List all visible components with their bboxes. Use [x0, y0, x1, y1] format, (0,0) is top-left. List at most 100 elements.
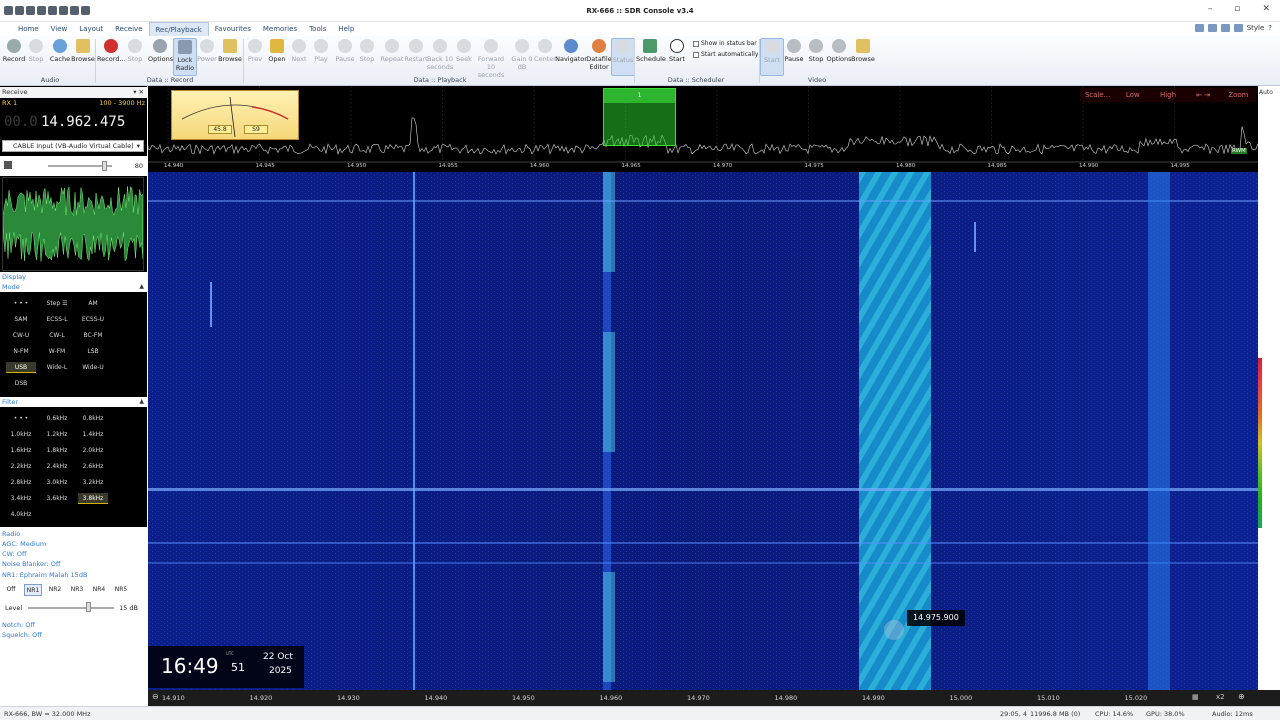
video-start-button[interactable]: Start	[760, 38, 784, 76]
mode-button[interactable]: Wide-L	[42, 362, 72, 373]
filter-section[interactable]: Filter ▲	[0, 397, 147, 407]
high-button[interactable]: High	[1150, 88, 1185, 102]
palette-icon[interactable]	[1233, 24, 1243, 32]
filter-button[interactable]: 1.0kHz	[6, 429, 36, 440]
filter-button[interactable]: 0.8kHz	[78, 413, 108, 424]
mode-button[interactable]: CW-L	[42, 330, 72, 341]
next-button[interactable]: Next	[287, 38, 311, 63]
mode-button[interactable]: • • •	[6, 298, 36, 309]
add-icon[interactable]: ⊕	[1238, 692, 1245, 701]
lock-radio-button[interactable]: Lock Radio	[173, 38, 197, 76]
filter-button[interactable]: 2.8kHz	[6, 477, 36, 488]
low-button[interactable]: Low	[1115, 88, 1150, 102]
scheduler-start-button[interactable]: Start	[665, 38, 689, 63]
mode-button[interactable]: Step ☰	[42, 298, 72, 309]
filter-button[interactable]: 3.8kHz	[78, 493, 108, 504]
help-icon[interactable]: ?	[1268, 24, 1272, 32]
close-button[interactable]: ✕	[1262, 4, 1270, 14]
center-button[interactable]: Center	[533, 38, 557, 63]
data-options-button[interactable]: Options	[148, 38, 173, 63]
filter-button[interactable]: 3.6kHz	[42, 493, 72, 504]
data-record-button[interactable]: Record...	[97, 38, 126, 63]
repeat-button[interactable]: Repeat	[380, 38, 404, 63]
volume-thumb[interactable]	[102, 161, 107, 171]
nr-button[interactable]: Off	[2, 584, 20, 596]
audio-source-select[interactable]: CABLE Input (VB-Audio Virtual Cable) ▾	[2, 140, 144, 152]
mode-button[interactable]: SAM	[6, 314, 36, 325]
cache-button[interactable]: Cache	[48, 38, 72, 63]
mode-button[interactable]: Wide-U	[78, 362, 108, 373]
layout3-icon[interactable]	[1220, 24, 1230, 32]
frequency-display[interactable]: 00.0 14.962.475	[0, 110, 147, 136]
filter-button[interactable]: 0.6kHz	[42, 413, 72, 424]
layout2-icon[interactable]	[1207, 24, 1217, 32]
filter-button[interactable]: 1.8kHz	[42, 445, 72, 456]
mode-button[interactable]: LSB	[78, 346, 108, 357]
display-section[interactable]: Display	[0, 272, 147, 282]
nr-button[interactable]: NR3	[68, 584, 86, 596]
scroll-left-icon[interactable]: ⊖	[152, 692, 159, 701]
filter-button[interactable]: 1.2kHz	[42, 429, 72, 440]
layout-icon[interactable]	[1194, 24, 1204, 32]
squelch-option[interactable]: Squelch: Off	[2, 630, 42, 640]
audio-record-button[interactable]: Record	[2, 38, 26, 63]
filter-button[interactable]: • • •	[6, 413, 36, 424]
frequency-value[interactable]: 14.962.475	[41, 114, 125, 130]
mode-button[interactable]: W-FM	[42, 346, 72, 357]
zoom-level[interactable]: x2	[1216, 693, 1225, 701]
span-button[interactable]: ⇤ ⇥	[1186, 88, 1221, 102]
filter-button[interactable]: 3.4kHz	[6, 493, 36, 504]
waterfall-icon[interactable]: ▦	[1192, 693, 1199, 701]
forward10-button[interactable]: Forward 10 seconds	[474, 38, 508, 79]
filter-button[interactable]: 2.6kHz	[78, 461, 108, 472]
video-pause-button[interactable]: Pause	[782, 38, 806, 63]
show-status-checkbox[interactable]: Show in status bar	[693, 40, 757, 47]
filter-button[interactable]: 3.0kHz	[42, 477, 72, 488]
nr-button[interactable]: NR2	[46, 584, 64, 596]
nr-button[interactable]: NR4	[90, 584, 108, 596]
data-stop-button[interactable]: Stop	[123, 38, 147, 63]
video-stop-button[interactable]: Stop	[804, 38, 828, 63]
status-button[interactable]: Status	[611, 38, 635, 76]
scale-button[interactable]: Scale...	[1080, 88, 1115, 102]
menu-memories[interactable]: Memories	[257, 22, 303, 36]
level-thumb[interactable]	[86, 602, 91, 612]
noise-blanker-option[interactable]: Noise Blanker: Off	[2, 559, 60, 569]
schedule-button[interactable]: Schedule	[636, 38, 666, 63]
seek-button[interactable]: Seek	[452, 38, 476, 63]
nr-button[interactable]: NR5	[112, 584, 130, 596]
menu-receive[interactable]: Receive	[109, 22, 148, 36]
mode-button[interactable]: CW-U	[6, 330, 36, 341]
menu-rec-playback[interactable]: Rec/Playback	[148, 22, 209, 36]
zoom-button[interactable]: Zoom	[1221, 88, 1256, 102]
filter-button[interactable]: 1.6kHz	[6, 445, 36, 456]
mode-button[interactable]: N-FM	[6, 346, 36, 357]
mode-section[interactable]: Mode ▲	[0, 282, 147, 292]
frequency-marker[interactable]: 1	[603, 88, 676, 146]
data-browse-button[interactable]: Browse	[217, 38, 243, 63]
pin-icon[interactable]: ▾ ✕	[133, 87, 144, 98]
menu-home[interactable]: Home	[12, 22, 45, 36]
mode-button[interactable]: ECSS-U	[78, 314, 108, 325]
pause-button[interactable]: Pause	[333, 38, 357, 63]
prev-button[interactable]: Prev	[243, 38, 267, 63]
play-button[interactable]: Play	[309, 38, 333, 63]
start-auto-checkbox[interactable]: Start automatically	[693, 51, 758, 58]
filter-button[interactable]: 2.0kHz	[78, 445, 108, 456]
menu-view[interactable]: View	[45, 22, 74, 36]
nr-button[interactable]: NR1	[24, 584, 42, 596]
video-options-button[interactable]: Options	[826, 38, 852, 63]
mode-button[interactable]: DSB	[6, 378, 36, 389]
filter-button[interactable]: 2.4kHz	[42, 461, 72, 472]
power-button[interactable]: Power	[195, 38, 219, 63]
minimize-button[interactable]: –	[1208, 4, 1213, 14]
frequency-axis[interactable]: ⊖ x2 ▦ ⊕	[148, 690, 1280, 706]
cw-option[interactable]: CW: Off	[2, 549, 26, 559]
open-button[interactable]: Open	[265, 38, 289, 63]
video-browse-button[interactable]: Browse	[850, 38, 876, 63]
filter-button[interactable]: 2.2kHz	[6, 461, 36, 472]
menu-tools[interactable]: Tools	[303, 22, 332, 36]
mode-button[interactable]: USB	[6, 362, 36, 373]
menu-layout[interactable]: Layout	[73, 22, 109, 36]
playback-stop-button[interactable]: Stop	[355, 38, 379, 63]
